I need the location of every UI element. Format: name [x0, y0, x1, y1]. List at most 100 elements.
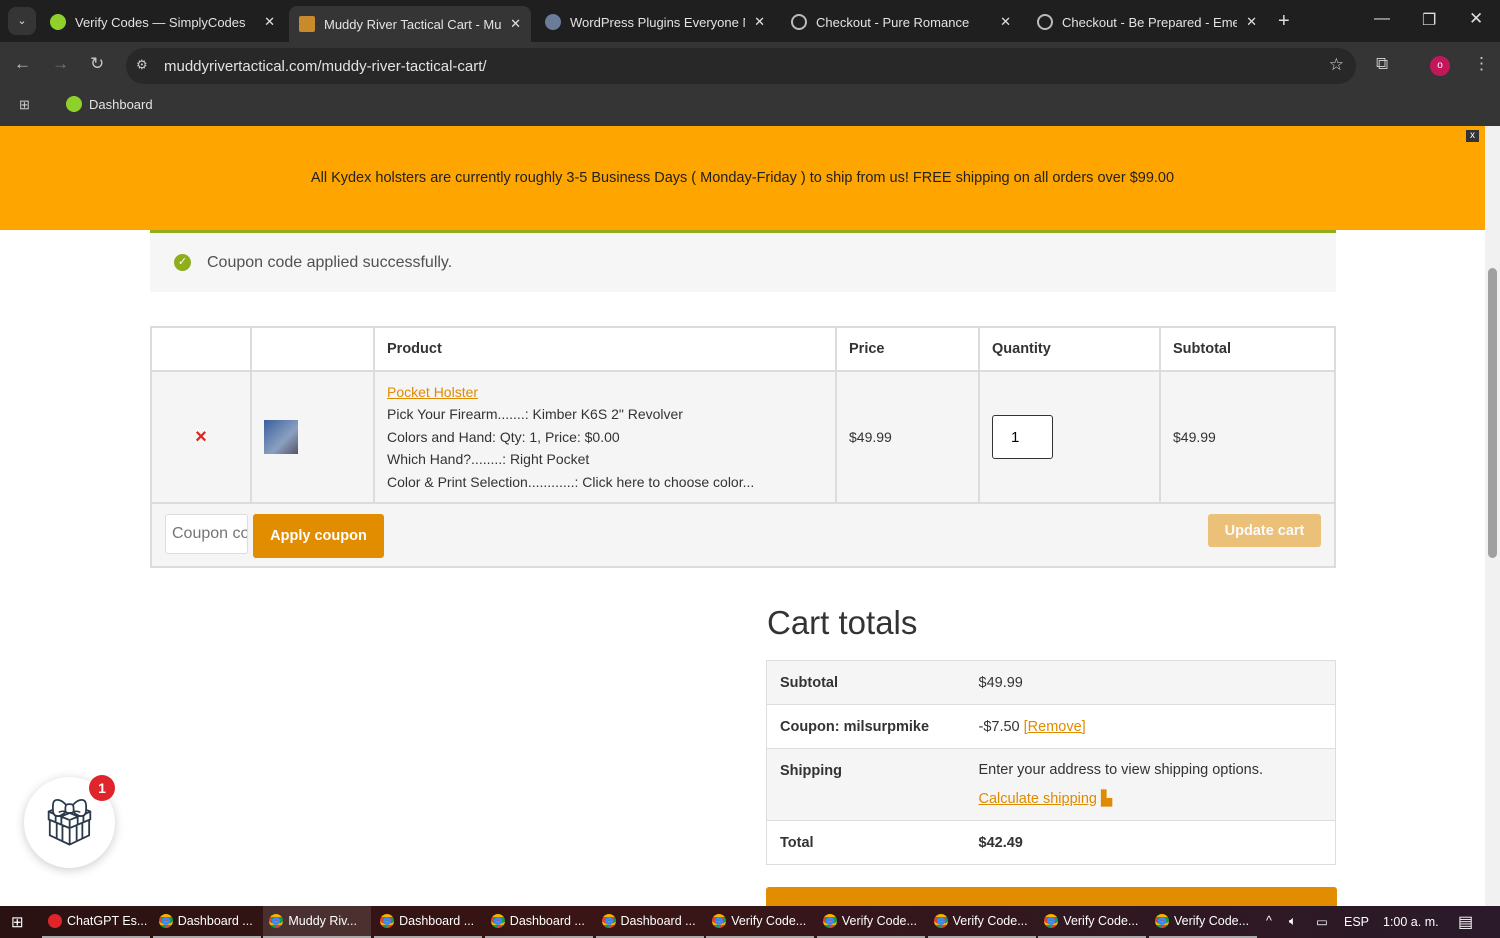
apps-icon[interactable]: ⊞: [19, 97, 30, 113]
restore-icon[interactable]: ❐: [1422, 10, 1436, 30]
wordpress-icon: [545, 14, 561, 30]
bookmarks-bar: ⊞ Dashboard: [0, 88, 1500, 126]
chrome-icon: [158, 914, 173, 928]
success-notice: ✓ Coupon code applied successfully.: [150, 230, 1336, 292]
taskbar-item-label: Verify Code...: [1063, 914, 1139, 928]
chrome-icon: [1155, 914, 1169, 928]
item-price: $49.99: [835, 370, 980, 504]
site-icon: [299, 16, 315, 32]
taskbar-item-label: Muddy Riv...: [288, 914, 357, 928]
close-tab-icon[interactable]: ✕: [754, 14, 765, 30]
tab-strip: ⌄ Verify Codes — SimplyCodes ✕ Muddy Rive…: [0, 0, 1500, 42]
meta-color-selection: Color & Print Selection............: Cli…: [387, 473, 755, 490]
taskbar-item-label: Verify Code...: [841, 914, 917, 928]
tab-search-button[interactable]: ⌄: [8, 7, 36, 35]
shipping-label: Shipping: [766, 748, 966, 821]
tab[interactable]: WordPress Plugins Everyone Ne ✕: [535, 6, 775, 38]
taskbar-item-label: Dashboard ...: [177, 914, 253, 928]
taskbar-item[interactable]: Verify Code...: [1149, 906, 1257, 938]
calculate-shipping-link[interactable]: Calculate shipping: [979, 791, 1098, 807]
coupon-label: Coupon: milsurpmike: [766, 704, 966, 749]
bookmark-dashboard[interactable]: Dashboard: [66, 96, 153, 112]
chrome-icon: [490, 914, 505, 928]
taskbar-item[interactable]: Verify Code...: [706, 906, 815, 938]
taskbar: ⊞ ChatGPT Es... Dashboard ... Muddy Riv...…: [0, 906, 1500, 938]
site-info-icon[interactable]: ⚙: [136, 57, 148, 73]
taskbar-item[interactable]: Dashboard ...: [374, 906, 483, 938]
scrollbar[interactable]: [1485, 126, 1500, 906]
product-link[interactable]: Pocket Holster: [387, 384, 478, 400]
language-indicator[interactable]: ESP: [1344, 915, 1369, 929]
globe-icon: [791, 14, 807, 30]
new-tab-icon[interactable]: +: [1278, 10, 1290, 33]
close-tab-icon[interactable]: ✕: [1000, 14, 1011, 30]
bookmark-star-icon[interactable]: ☆: [1329, 55, 1344, 75]
header-product: Product: [373, 326, 837, 372]
quantity-input[interactable]: [992, 415, 1053, 459]
cart-totals-table: Subtotal $49.99 Coupon: milsurpmike -$7.50…: [766, 660, 1336, 865]
volume-icon[interactable]: 🔈︎: [1289, 914, 1297, 929]
notifications-icon[interactable]: ▤: [1458, 912, 1473, 932]
tray-chevron-icon[interactable]: ^: [1266, 914, 1272, 928]
taskbar-item[interactable]: Verify Code...: [816, 906, 925, 938]
close-tab-icon[interactable]: ✕: [510, 16, 521, 32]
taskbar-item[interactable]: Verify Code...: [1038, 906, 1147, 938]
remove-item-icon[interactable]: ×: [150, 370, 252, 504]
tab[interactable]: Verify Codes — SimplyCodes ✕: [40, 6, 285, 38]
address-bar[interactable]: ⚙ muddyrivertactical.com/muddy-river-tact…: [126, 48, 1356, 84]
meta-colors: Colors and Hand: Qty: 1, Price: $0.00: [387, 428, 620, 445]
header-quantity: Quantity: [978, 326, 1161, 372]
remove-coupon-link[interactable]: [Remove]: [1024, 719, 1086, 735]
simplycodes-icon: [66, 96, 82, 112]
coupon-value: -$7.50: [978, 718, 1020, 735]
minimize-icon[interactable]: —: [1374, 10, 1390, 28]
product-thumbnail[interactable]: [264, 420, 298, 454]
taskbar-item-label: Verify Code...: [952, 914, 1028, 928]
tab[interactable]: Checkout - Be Prepared - Emer ✕: [1027, 6, 1267, 38]
close-tab-icon[interactable]: ✕: [264, 14, 275, 30]
close-window-icon[interactable]: ✕: [1469, 9, 1483, 29]
chrome-icon: [822, 914, 837, 928]
total-value: $42.49: [965, 820, 1336, 865]
chrome-icon: [933, 914, 948, 928]
tab-active[interactable]: Muddy River Tactical Cart - Mu ✕: [289, 6, 531, 42]
shipping-banner: All Kydex holsters are currently roughly…: [0, 126, 1485, 230]
close-banner-button[interactable]: x: [1466, 130, 1479, 142]
table-row: × Pocket Holster Pick Your Firearm.......…: [150, 370, 1336, 504]
forward-icon[interactable]: →: [52, 54, 69, 74]
gift-icon: 🎁︎: [40, 796, 99, 848]
taskbar-item[interactable]: Verify Code...: [927, 906, 1036, 938]
taskbar-item[interactable]: Muddy Riv...: [263, 906, 372, 938]
taskbar-item[interactable]: Dashboard ...: [595, 906, 704, 938]
taskbar-item[interactable]: ChatGPT Es...: [42, 906, 150, 938]
taskbar-item[interactable]: Dashboard ...: [152, 906, 261, 938]
chrome-icon: [601, 914, 616, 928]
subtotal-label: Subtotal: [780, 674, 838, 691]
taskbar-item-label: Dashboard ...: [509, 914, 585, 928]
reload-icon[interactable]: ↻: [90, 54, 104, 74]
proceed-to-checkout-button[interactable]: [766, 887, 1337, 906]
taskbar-item-label: Dashboard ...: [399, 914, 475, 928]
shipping-text: Enter your address to view shipping opti…: [978, 761, 1264, 778]
menu-icon[interactable]: ⋮: [1473, 54, 1490, 74]
profile-avatar[interactable]: o: [1430, 56, 1450, 76]
windows-start-icon[interactable]: ⊞: [11, 913, 24, 931]
clock[interactable]: 1:00 a. m.: [1383, 915, 1439, 929]
close-tab-icon[interactable]: ✕: [1246, 14, 1257, 30]
taskbar-item-label: Verify Code...: [1174, 914, 1250, 928]
taskbar-item[interactable]: Dashboard ...: [484, 906, 593, 938]
globe-icon: [1037, 14, 1053, 30]
cart-table: Product Price Quantity Subtotal × Pocket Ho…: [150, 326, 1336, 568]
simplycodes-icon: [50, 14, 66, 30]
update-cart-button[interactable]: Update cart: [1208, 514, 1321, 547]
apply-coupon-button[interactable]: Apply coupon: [253, 514, 384, 558]
coupon-input[interactable]: [165, 514, 248, 554]
extensions-icon[interactable]: ⧉: [1376, 54, 1388, 74]
tab[interactable]: Checkout - Pure Romance ✕: [781, 6, 1021, 38]
back-icon[interactable]: ←: [14, 54, 31, 74]
toolbar: ← → ↻ ⚙ muddyrivertactical.com/muddy-rive…: [0, 42, 1500, 88]
item-subtotal: $49.99: [1159, 370, 1336, 504]
cart-totals-title: Cart totals: [767, 604, 918, 641]
taskbar-item-label: Verify Code...: [731, 914, 807, 928]
network-icon[interactable]: ▭: [1316, 914, 1328, 929]
